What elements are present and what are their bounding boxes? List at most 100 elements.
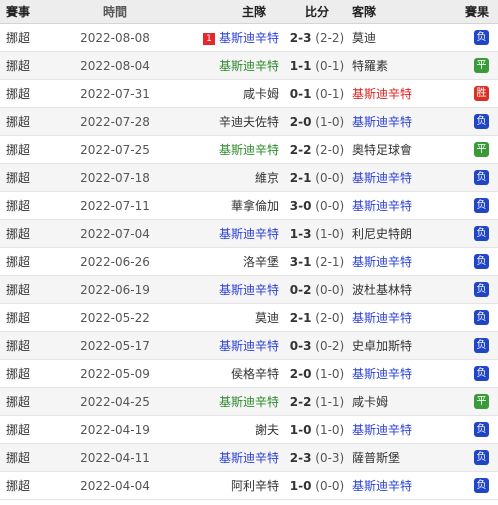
league-link[interactable]: 挪超 xyxy=(6,171,30,185)
result-badge: 平 xyxy=(474,394,489,409)
away-cell: 奧特足球會 xyxy=(348,135,448,164)
result-cell: 负 xyxy=(448,275,498,304)
result-badge: 负 xyxy=(474,422,489,437)
half-time-score: (0-0) xyxy=(315,282,345,297)
header-home: 主隊 xyxy=(166,0,286,24)
full-time-score: 1-0 xyxy=(289,478,312,493)
league-link[interactable]: 挪超 xyxy=(6,59,30,73)
score-cell: 0-2 (0-0) xyxy=(286,275,348,304)
away-cell: 咸卡姆 xyxy=(348,387,448,416)
league-link[interactable]: 挪超 xyxy=(6,311,30,325)
home-team-link[interactable]: 基斯迪辛特 xyxy=(219,31,279,45)
league-link[interactable]: 挪超 xyxy=(6,115,30,129)
date-cell: 2022-04-25 xyxy=(64,387,166,416)
home-team-link[interactable]: 辛迪夫佐特 xyxy=(219,115,279,129)
league-link[interactable]: 挪超 xyxy=(6,227,30,241)
away-team-link[interactable]: 薩普斯堡 xyxy=(352,451,400,465)
result-badge: 负 xyxy=(474,170,489,185)
away-cell: 基斯迪辛特 xyxy=(348,415,448,444)
result-badge: 负 xyxy=(474,114,489,129)
away-team-link[interactable]: 基斯迪辛特 xyxy=(352,367,412,381)
home-team-link[interactable]: 侯格辛特 xyxy=(231,367,279,381)
score-cell: 3-1 (2-1) xyxy=(286,247,348,276)
away-team-link[interactable]: 基斯迪辛特 xyxy=(352,171,412,185)
away-team-link[interactable]: 基斯迪辛特 xyxy=(352,199,412,213)
home-team-link[interactable]: 謝夫 xyxy=(255,423,279,437)
score-cell: 2-3 (2-2) xyxy=(286,23,348,52)
home-team-link[interactable]: 基斯迪辛特 xyxy=(219,59,279,73)
away-team-link[interactable]: 奧特足球會 xyxy=(352,143,412,157)
away-team-link[interactable]: 基斯迪辛特 xyxy=(352,87,412,101)
away-team-link[interactable]: 莫迪 xyxy=(352,31,376,45)
home-cell: 維京 xyxy=(166,163,286,192)
home-team-link[interactable]: 咸卡姆 xyxy=(243,87,279,101)
score-cell: 1-3 (1-0) xyxy=(286,219,348,248)
league-link[interactable]: 挪超 xyxy=(6,255,30,269)
league-link[interactable]: 挪超 xyxy=(6,367,30,381)
home-team-link[interactable]: 基斯迪辛特 xyxy=(219,339,279,353)
league-link[interactable]: 挪超 xyxy=(6,451,30,465)
away-cell: 基斯迪辛特 xyxy=(348,471,448,500)
result-badge: 负 xyxy=(474,478,489,493)
half-time-score: (0-3) xyxy=(315,450,345,465)
league-link[interactable]: 挪超 xyxy=(6,479,30,493)
result-badge: 负 xyxy=(474,198,489,213)
league-cell: 挪超 xyxy=(0,79,64,108)
away-cell: 基斯迪辛特 xyxy=(348,247,448,276)
away-team-link[interactable]: 基斯迪辛特 xyxy=(352,423,412,437)
date-cell: 2022-04-19 xyxy=(64,415,166,444)
away-cell: 利尼史特朗 xyxy=(348,219,448,248)
full-time-score: 0-3 xyxy=(289,338,312,353)
home-team-link[interactable]: 維京 xyxy=(255,171,279,185)
half-time-score: (0-2) xyxy=(315,338,345,353)
header-result: 賽果 xyxy=(448,0,498,24)
away-team-link[interactable]: 基斯迪辛特 xyxy=(352,115,412,129)
away-team-link[interactable]: 基斯迪辛特 xyxy=(352,479,412,493)
away-team-link[interactable]: 基斯迪辛特 xyxy=(352,255,412,269)
half-time-score: (0-0) xyxy=(315,478,345,493)
home-team-link[interactable]: 基斯迪辛特 xyxy=(219,227,279,241)
league-cell: 挪超 xyxy=(0,247,64,276)
table-row: 挪超 2022-07-25 基斯迪辛特 2-2 (2-0) 奧特足球會 平 xyxy=(0,135,498,164)
home-team-link[interactable]: 阿利辛特 xyxy=(231,479,279,493)
away-cell: 基斯迪辛特 xyxy=(348,79,448,108)
result-badge: 负 xyxy=(474,310,489,325)
home-team-link[interactable]: 基斯迪辛特 xyxy=(219,395,279,409)
home-team-link[interactable]: 莫迪 xyxy=(255,311,279,325)
league-link[interactable]: 挪超 xyxy=(6,423,30,437)
home-cell: 莫迪 xyxy=(166,303,286,332)
away-team-link[interactable]: 咸卡姆 xyxy=(352,395,388,409)
league-link[interactable]: 挪超 xyxy=(6,395,30,409)
home-team-link[interactable]: 基斯迪辛特 xyxy=(219,143,279,157)
header-away: 客隊 xyxy=(348,0,448,24)
home-team-link[interactable]: 基斯迪辛特 xyxy=(219,283,279,297)
home-cell: 咸卡姆 xyxy=(166,79,286,108)
league-link[interactable]: 挪超 xyxy=(6,31,30,45)
result-badge: 负 xyxy=(474,282,489,297)
table-row: 挪超 2022-08-04 基斯迪辛特 1-1 (0-1) 特羅素 平 xyxy=(0,51,498,80)
table-row: 挪超 2022-04-19 謝夫 1-0 (1-0) 基斯迪辛特 负 xyxy=(0,415,498,444)
away-team-link[interactable]: 基斯迪辛特 xyxy=(352,311,412,325)
home-team-link[interactable]: 洛辛堡 xyxy=(243,255,279,269)
home-team-link[interactable]: 基斯迪辛特 xyxy=(219,451,279,465)
league-cell: 挪超 xyxy=(0,443,64,472)
league-link[interactable]: 挪超 xyxy=(6,87,30,101)
away-team-link[interactable]: 波杜基林特 xyxy=(352,283,412,297)
date-cell: 2022-08-08 xyxy=(64,23,166,52)
away-team-link[interactable]: 特羅素 xyxy=(352,59,388,73)
home-team-link[interactable]: 華拿倫加 xyxy=(231,199,279,213)
league-link[interactable]: 挪超 xyxy=(6,339,30,353)
home-cell: 基斯迪辛特 xyxy=(166,135,286,164)
full-time-score: 2-1 xyxy=(289,170,312,185)
league-link[interactable]: 挪超 xyxy=(6,283,30,297)
away-team-link[interactable]: 利尼史特朗 xyxy=(352,227,412,241)
half-time-score: (2-1) xyxy=(315,254,345,269)
league-link[interactable]: 挪超 xyxy=(6,143,30,157)
full-time-score: 2-2 xyxy=(289,142,312,157)
date-cell: 2022-07-18 xyxy=(64,163,166,192)
result-badge: 平 xyxy=(474,58,489,73)
full-time-score: 1-1 xyxy=(289,58,312,73)
away-team-link[interactable]: 史卓加斯特 xyxy=(352,339,412,353)
league-cell: 挪超 xyxy=(0,303,64,332)
league-link[interactable]: 挪超 xyxy=(6,199,30,213)
